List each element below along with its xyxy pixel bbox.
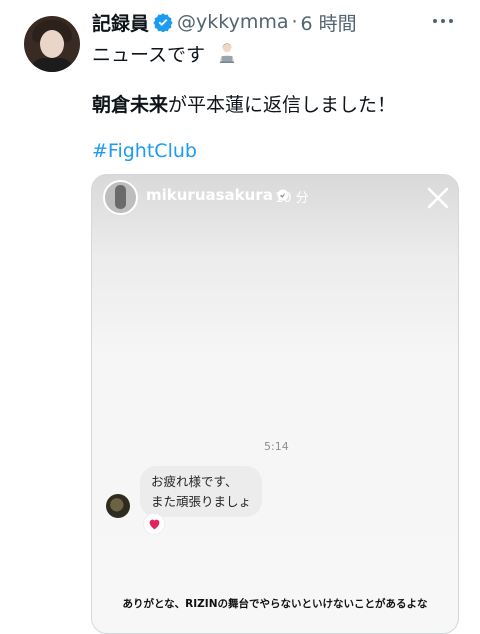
message-bubble: お疲れ様です、 また頑張りましょ bbox=[140, 466, 262, 517]
author-handle[interactable]: @ykkymma bbox=[177, 11, 288, 33]
tweet-time[interactable]: 6 時間 bbox=[301, 9, 357, 36]
message-line2: また頑張りましょ bbox=[151, 494, 252, 509]
story-caption: ありがとな、RIZINの舞台でやらないといけないことがあるよな bbox=[122, 598, 428, 610]
story-avatar bbox=[103, 180, 138, 215]
tweet-text-line2: 朝倉未来が平本蓮に返信しました！ bbox=[92, 94, 397, 116]
separator-dot: · bbox=[291, 11, 298, 33]
story-username-row: mikuruasakura bbox=[146, 186, 289, 204]
story-time: 10 分 bbox=[275, 191, 309, 206]
heart-reaction bbox=[144, 514, 164, 534]
heart-icon bbox=[149, 519, 159, 530]
person-laptop-emoji-icon bbox=[219, 43, 235, 63]
author-avatar[interactable] bbox=[24, 16, 80, 72]
message-line1: お疲れ様です、 bbox=[151, 474, 238, 489]
hashtag-link[interactable]: #FightClub bbox=[92, 140, 197, 162]
author-name[interactable]: 記録員 bbox=[92, 9, 149, 36]
tweet-text-line1: ニュースです bbox=[92, 40, 239, 67]
close-icon bbox=[427, 187, 449, 209]
tweet-header: 記録員 @ykkymma · 6 時間 bbox=[92, 9, 357, 36]
story-username: mikuruasakura bbox=[146, 186, 273, 204]
more-options-icon[interactable] bbox=[433, 15, 457, 27]
verified-badge-icon bbox=[153, 13, 173, 32]
message-time: 5:14 bbox=[264, 440, 289, 453]
bold-name: 朝倉未来 bbox=[92, 94, 169, 116]
story-image[interactable]: mikuruasakura 10 分 5:14 お疲れ様です、 また頑張りましょ… bbox=[91, 174, 459, 634]
sender-avatar bbox=[106, 494, 130, 518]
